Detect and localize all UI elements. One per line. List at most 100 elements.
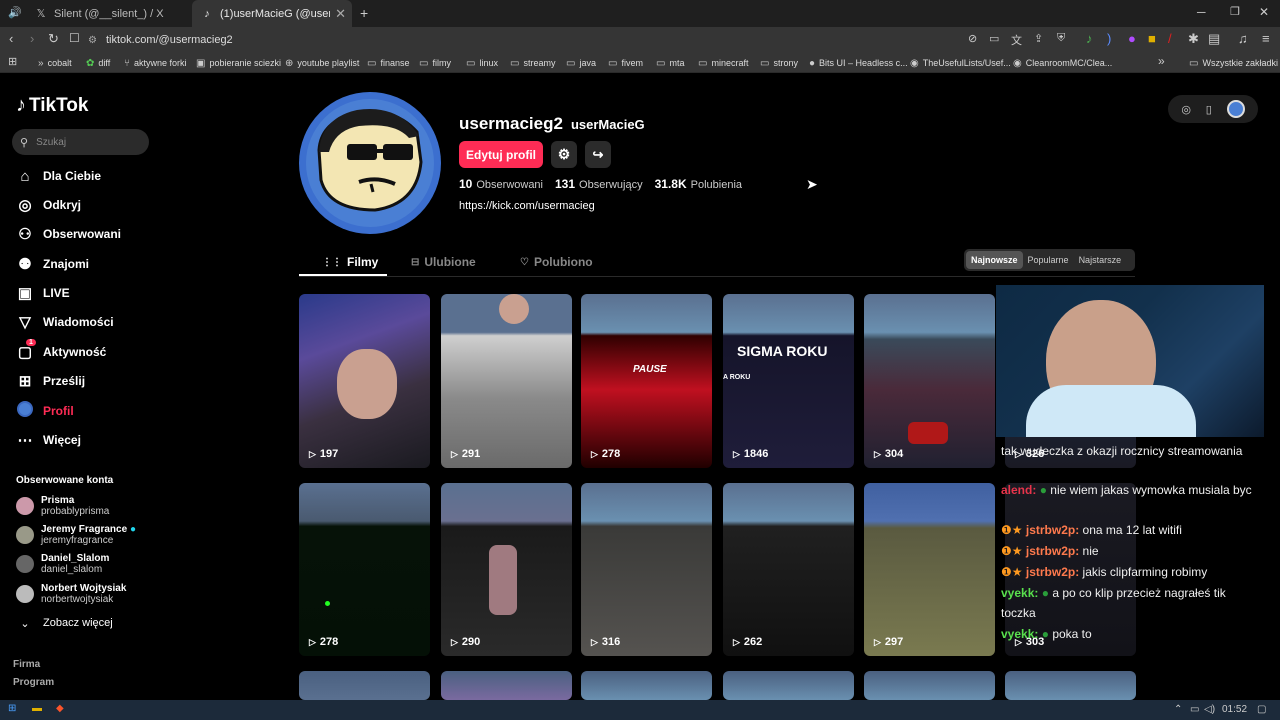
footer-link[interactable]: Firma	[13, 659, 40, 670]
video-thumbnail[interactable]	[723, 671, 854, 700]
following-account[interactable]: Norbert Wojtysiak norbertwojtysiak	[16, 583, 126, 605]
more-bookmarks-icon[interactable]: »	[1158, 54, 1165, 68]
extension-folder-icon[interactable]: ■	[1148, 31, 1156, 46]
back-icon[interactable]: ‹	[9, 31, 13, 46]
video-thumbnail[interactable]: PAUSE ▷ 278	[581, 294, 712, 468]
bookmark-folder[interactable]: ▭ mta	[656, 55, 684, 71]
nav-friends[interactable]: ⚉ Znajomi	[16, 253, 89, 275]
minimize-icon[interactable]: ─	[1197, 5, 1206, 19]
nav-live[interactable]: ▣ LIVE	[16, 282, 70, 304]
bookmark-item[interactable]: ⊕ youtube playlist	[285, 55, 359, 71]
video-thumbnail[interactable]: ▷ 297	[864, 483, 995, 656]
file-explorer-icon[interactable]: ▬	[32, 703, 42, 714]
speaker-icon[interactable]: 🔊	[8, 6, 22, 19]
close-tab-icon[interactable]: ✕	[335, 6, 346, 22]
coins-icon[interactable]: ◎	[1181, 103, 1191, 116]
tab-favorites[interactable]: ⊟ Ulubione	[411, 255, 476, 269]
footer-link[interactable]: Program	[13, 677, 54, 688]
sort-oldest[interactable]: Najstarsze	[1074, 251, 1127, 269]
translate-icon[interactable]: 文	[1011, 32, 1022, 48]
bookmark-icon[interactable]: ☐	[69, 31, 80, 45]
forward-icon[interactable]: ›	[30, 31, 34, 46]
browser-taskbar-icon[interactable]: ◆	[56, 703, 64, 714]
nav-profile[interactable]: Profil	[16, 400, 74, 422]
bookmark-folder[interactable]: ▭ strony	[760, 55, 798, 71]
bookmark-folder[interactable]: ▭ finanse	[367, 55, 409, 71]
tab-liked[interactable]: ♡ Polubiono	[520, 255, 593, 269]
media-icon[interactable]: ♫	[1238, 31, 1248, 46]
start-icon[interactable]: ⊞	[8, 703, 16, 714]
share-icon[interactable]: ⇪	[1034, 32, 1043, 45]
extension-music-icon[interactable]: ♪	[1086, 31, 1093, 46]
video-thumbnail[interactable]	[299, 671, 430, 700]
shield-icon[interactable]: ⛨	[1057, 32, 1065, 45]
sort-popular[interactable]: Popularne	[1023, 251, 1074, 269]
bio-link[interactable]: https://kick.com/usermacieg	[459, 200, 595, 212]
bookmark-item[interactable]: ◉ CleanroomMC/Clea...	[1013, 55, 1112, 71]
network-icon[interactable]: ▭	[1190, 704, 1199, 715]
new-tab-icon[interactable]: +	[360, 5, 368, 21]
bookmark-folder[interactable]: ▭ linux	[466, 55, 498, 71]
bookmark-folder[interactable]: ▭ fivem	[608, 55, 643, 71]
url-field[interactable]: ⚙ tiktok.com/@usermacieg2	[88, 30, 958, 50]
nav-activity[interactable]: ▢ 1 Aktywność	[16, 339, 106, 363]
edit-profile-button[interactable]: Edytuj profil	[459, 141, 543, 168]
nav-following[interactable]: ⚇ Obserwowani	[16, 223, 121, 245]
no-tracking-icon[interactable]: ⊘	[968, 32, 977, 45]
extension-badge-icon[interactable]: ●	[1128, 31, 1136, 46]
video-thumbnail[interactable]: ▷ 278	[299, 483, 430, 656]
stat-label[interactable]: Obserwujący	[579, 179, 643, 191]
video-thumbnail[interactable]: ▷ 197	[299, 294, 430, 468]
tab-videos[interactable]: ⋮⋮ Filmy	[322, 255, 378, 269]
maximize-icon[interactable]: ❐	[1230, 5, 1240, 18]
following-account[interactable]: Prisma probablyprisma	[16, 495, 109, 517]
nav-more[interactable]: ⋯ Więcej	[16, 429, 81, 451]
following-account[interactable]: Daniel_Slalom daniel_slalom	[16, 553, 109, 575]
sidebar-toggle-icon[interactable]: ▤	[1208, 31, 1220, 47]
tab-x[interactable]: 𝕏 Silent (@__silent_) / X	[26, 0, 192, 27]
all-bookmarks-folder[interactable]: ▭ Wszystkie zakładki	[1189, 55, 1278, 71]
bookmark-item[interactable]: » cobalt	[38, 55, 72, 71]
tiktok-logo[interactable]: ♪ TikTok	[16, 94, 88, 117]
bookmark-folder[interactable]: ▭ filmy	[419, 55, 451, 71]
video-thumbnail[interactable]: ▷ 290	[441, 483, 572, 656]
bookmark-folder[interactable]: ▭ minecraft	[698, 55, 748, 71]
close-window-icon[interactable]: ✕	[1259, 5, 1269, 19]
video-thumbnail[interactable]: ▷ 262	[723, 483, 854, 656]
menu-icon[interactable]: ≡	[1262, 31, 1270, 46]
bookmark-folder[interactable]: ▭ streamy	[510, 55, 555, 71]
video-thumbnail[interactable]: ▷ 291	[441, 294, 572, 468]
site-info-icon[interactable]: ⚙	[88, 35, 97, 46]
video-thumbnail[interactable]: ▷ 304	[864, 294, 995, 468]
nav-for-you[interactable]: ⌂ Dla Ciebie	[16, 165, 101, 187]
extension-audio-icon[interactable]: )	[1107, 31, 1111, 46]
following-account[interactable]: Jeremy Fragrance ● jeremyfragrance	[16, 524, 136, 546]
see-more-link[interactable]: ⌄ Zobacz więcej	[16, 612, 112, 634]
reload-icon[interactable]: ↻	[48, 31, 59, 47]
share-arrow-icon[interactable]: ↪	[585, 141, 611, 168]
nav-messages[interactable]: ▽ Wiadomości	[16, 311, 113, 333]
video-thumbnail[interactable]	[581, 671, 712, 700]
bookmark-item[interactable]: ◉ TheUsefulLists/Usef...	[910, 55, 1011, 71]
sort-newest[interactable]: Najnowsze	[966, 251, 1023, 269]
bookmark-folder[interactable]: ▭ java	[566, 55, 596, 71]
nav-explore[interactable]: ◎ Odkryj	[16, 194, 81, 216]
video-thumbnail[interactable]: ▷ 316	[581, 483, 712, 656]
bookmark-item[interactable]: ● Bits UI – Headless c...	[809, 55, 908, 71]
video-thumbnail[interactable]: SIGMA ROKU A ROKU ▷ 1846	[723, 294, 854, 468]
video-thumbnail[interactable]	[864, 671, 995, 700]
tray-chevron-icon[interactable]: ⌃	[1174, 704, 1182, 715]
tab-tiktok[interactable]: ♪ (1)userMacieG (@usermacieg2) | ✕	[192, 0, 352, 27]
bookmark-item[interactable]: ⑂ aktywne forki	[124, 55, 187, 71]
apps-grid-icon[interactable]: ⊞	[8, 55, 17, 68]
extensions-icon[interactable]: ✱	[1188, 31, 1199, 47]
screen-icon[interactable]: ▭	[989, 32, 999, 45]
video-thumbnail[interactable]	[441, 671, 572, 700]
profile-avatar[interactable]	[299, 92, 441, 234]
search-input[interactable]: ⚲ Szukaj	[12, 129, 149, 155]
tray-time[interactable]: 01:52	[1222, 704, 1247, 715]
volume-icon[interactable]: ◁)	[1204, 704, 1215, 715]
device-icon[interactable]: ▯	[1206, 103, 1212, 116]
extension-pen-icon[interactable]: /	[1168, 31, 1172, 46]
bookmark-item[interactable]: ▣ pobieranie sciezki	[196, 55, 281, 71]
